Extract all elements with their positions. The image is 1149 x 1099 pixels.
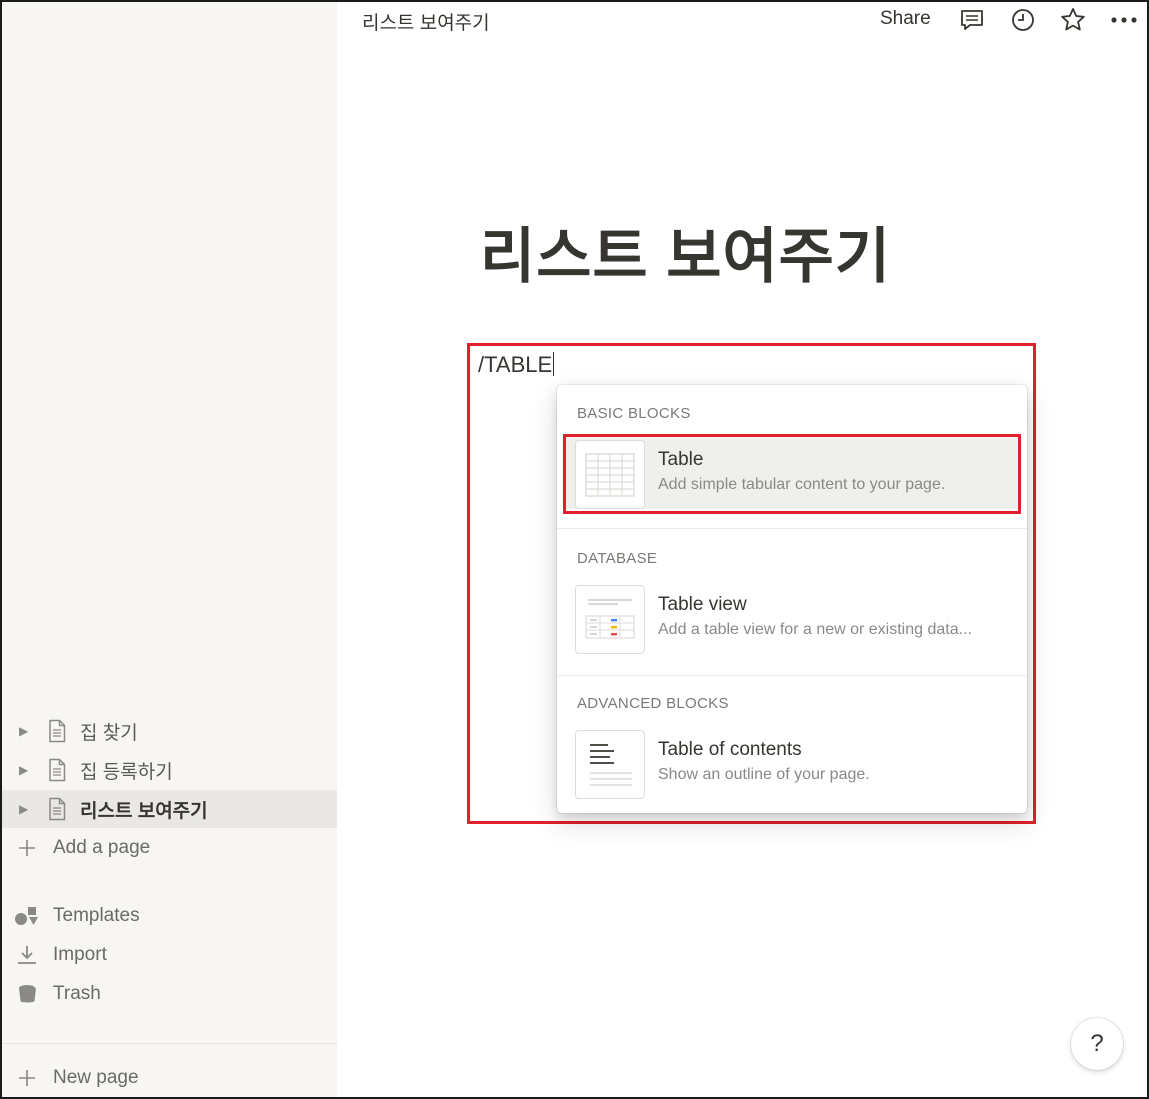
document-icon [49, 719, 66, 743]
trash-label: Trash [53, 983, 101, 1004]
import-icon [14, 944, 40, 966]
table-view-icon [575, 585, 645, 654]
sidebar-page-label: 집 등록하기 [80, 761, 173, 783]
comment-icon[interactable] [958, 6, 986, 34]
clock-icon[interactable] [1009, 6, 1037, 34]
plus-icon [14, 838, 40, 858]
section-header-database: DATABASE [577, 550, 658, 567]
annotation-highlight-table-item [563, 434, 1021, 514]
sidebar-page-jip-chatgi[interactable]: ▶ 집 찾기 [2, 712, 337, 750]
document-icon [49, 758, 66, 782]
menu-item-table-of-contents[interactable]: Table of contents Show an outline of you… [562, 725, 1022, 799]
plus-icon [14, 1068, 40, 1088]
more-icon[interactable] [1110, 6, 1138, 34]
import-label: Import [53, 944, 107, 965]
sidebar-divider [2, 1043, 337, 1044]
menu-divider [557, 528, 1027, 529]
menu-item-title: Table of contents [658, 739, 802, 760]
sidebar: ▶ 집 찾기 ▶ 집 등록하기 ▶ 리스트 보여주기 Add a page Te… [2, 2, 337, 1097]
add-page-button[interactable]: Add a page [2, 830, 337, 866]
add-page-label: Add a page [53, 837, 151, 858]
menu-item-title: Table view [658, 594, 747, 615]
sidebar-page-label: 리스트 보여주기 [80, 800, 208, 822]
toggle-arrow-icon[interactable]: ▶ [19, 724, 30, 738]
templates-label: Templates [53, 905, 140, 926]
text-caret [553, 352, 555, 376]
slash-command-input[interactable]: /TABLE [478, 352, 555, 378]
new-page-label: New page [53, 1067, 139, 1088]
page-title[interactable]: 리스트 보여주기 [480, 208, 891, 295]
section-header-advanced-blocks: ADVANCED BLOCKS [577, 695, 729, 712]
templates-button[interactable]: Templates [2, 898, 337, 934]
templates-icon [14, 905, 40, 927]
toggle-arrow-icon[interactable]: ▶ [19, 763, 30, 777]
trash-button[interactable]: Trash [2, 976, 337, 1012]
sidebar-page-list-boyeojugi[interactable]: ▶ 리스트 보여주기 [2, 790, 337, 828]
trash-icon [14, 983, 40, 1005]
new-page-button[interactable]: New page [2, 1060, 337, 1096]
table-of-contents-icon [575, 730, 645, 799]
star-icon[interactable] [1059, 6, 1087, 34]
toggle-arrow-icon[interactable]: ▶ [19, 802, 30, 816]
sidebar-page-jip-deungrokhagi[interactable]: ▶ 집 등록하기 [2, 751, 337, 789]
document-icon [49, 797, 66, 821]
section-header-basic-blocks: BASIC BLOCKS [577, 405, 691, 422]
menu-item-table-view[interactable]: Table view Add a table view for a new or… [562, 580, 1022, 654]
help-button[interactable]: ? [1071, 1018, 1123, 1070]
slash-command-text: /TABLE [478, 352, 553, 377]
menu-item-description: Add a table view for a new or existing d… [658, 621, 972, 638]
menu-item-description: Show an outline of your page. [658, 766, 870, 783]
share-button[interactable]: Share [880, 8, 931, 30]
sidebar-page-label: 집 찾기 [80, 722, 138, 744]
menu-divider [557, 675, 1027, 676]
breadcrumb[interactable]: 리스트 보여주기 [362, 8, 490, 35]
import-button[interactable]: Import [2, 937, 337, 973]
